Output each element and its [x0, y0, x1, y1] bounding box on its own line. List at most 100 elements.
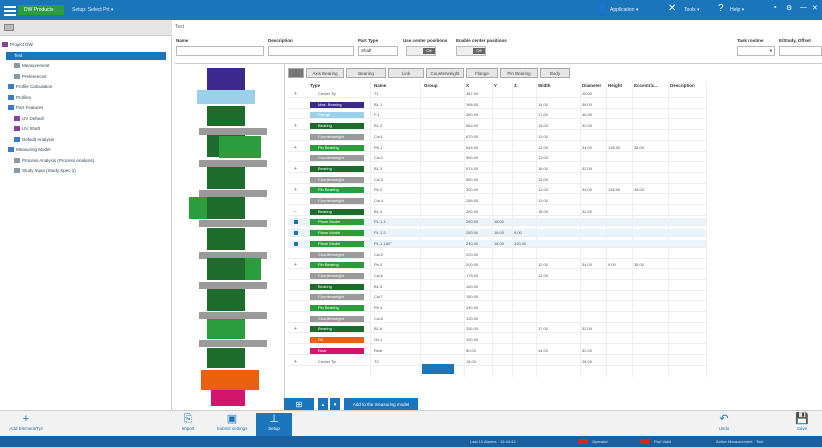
table-cell[interactable]: 13.00: [538, 133, 548, 141]
row-expand-icon[interactable]: +: [294, 263, 298, 268]
shaft-pin-bearing[interactable]: [207, 319, 245, 339]
table-cell[interactable]: 32.00: [582, 208, 592, 216]
table-row[interactable]: Counterweight Cw.1 670.00 13.00: [288, 133, 706, 141]
row-select-checkbox[interactable]: [294, 220, 298, 225]
row-expand-icon[interactable]: +: [294, 188, 298, 193]
shaft-bearing[interactable]: [207, 228, 245, 250]
table-cell[interactable]: PL.1.2: [374, 229, 386, 237]
import-button[interactable]: ⎘ Import: [170, 413, 206, 437]
hamburger-menu-icon[interactable]: [4, 4, 16, 16]
table-cell[interactable]: 12.00: [538, 186, 548, 194]
table-cell[interactable]: T2: [374, 358, 379, 366]
table-cell[interactable]: 128.00: [608, 144, 620, 152]
shaft-counterweight[interactable]: [199, 340, 267, 347]
table-cell[interactable]: 34.00: [582, 186, 592, 194]
shaft-bearing[interactable]: [207, 289, 245, 311]
table-row[interactable]: Max. Bearing B1.1 368.00 14.00 38.00: [288, 101, 706, 109]
column-header[interactable]: Name: [374, 82, 386, 90]
row-select-checkbox[interactable]: [294, 241, 298, 246]
table-cell[interactable]: 300.00: [466, 186, 478, 194]
table-cell[interactable]: 13.00: [538, 197, 548, 205]
shaft-counterweight[interactable]: [199, 128, 267, 135]
shaft-bearing[interactable]: [207, 197, 245, 219]
table-row[interactable]: + Pin Bearing Pb.3 200.00 12.00 34.00 9.00 38.0…: [288, 261, 706, 270]
table-cell[interactable]: Pb.1: [374, 144, 382, 152]
tree-item[interactable]: Profiles: [8, 94, 31, 102]
part-type-select[interactable]: Shaft: [358, 46, 398, 56]
user-menu[interactable]: Application ▾: [610, 7, 638, 13]
tree-item[interactable]: Preferences: [14, 73, 46, 81]
column-header[interactable]: Height: [608, 82, 622, 90]
table-cell[interactable]: 18.00: [494, 229, 504, 237]
monitor-icon[interactable]: ▪: [774, 4, 776, 11]
table-row[interactable]: + Bearing B1.6 110.00 17.00 32.00: [288, 325, 706, 334]
grid-view-icon[interactable]: [288, 68, 304, 78]
table-cell[interactable]: 80.00: [466, 347, 476, 355]
table-cell[interactable]: 646.00: [466, 144, 478, 152]
shaft-counterweight[interactable]: [199, 312, 267, 319]
table-cell[interactable]: B1.1: [374, 101, 382, 109]
table-row[interactable]: Plane Model PL.1.2 260.00 18.00 9.00: [288, 229, 706, 238]
table-row[interactable]: + Center Tip T1 387.00 28.00: [288, 90, 706, 98]
table-row[interactable]: Counterweight Cw.5 220.00: [288, 251, 706, 259]
table-cell[interactable]: Pb.3: [374, 261, 382, 269]
app-badge[interactable]: DW Products: [18, 5, 64, 15]
row-expand-icon[interactable]: +: [294, 359, 298, 364]
column-header[interactable]: Description: [670, 82, 695, 90]
table-row[interactable]: Counterweight Cw.6 178.00 12.00: [288, 272, 706, 280]
tree-item[interactable]: Part Features: [8, 104, 43, 112]
column-header[interactable]: Type: [310, 82, 320, 90]
tools-icon[interactable]: ✕: [668, 3, 676, 14]
table-row[interactable]: − Bearing B1.4 280.00 18.00 32.00: [288, 208, 706, 216]
table-cell[interactable]: 32.00: [582, 325, 592, 333]
shaft-counterweight[interactable]: [199, 190, 267, 197]
table-cell[interactable]: 100.00: [466, 336, 478, 344]
row-expand-icon[interactable]: +: [294, 166, 298, 171]
table-row[interactable]: Plane Model PL.1.180° 240.00 18.00 120.00: [288, 239, 706, 248]
table-row[interactable]: + Bearing B1.2 684.00 18.00 32.00: [288, 122, 706, 131]
table-cell[interactable]: 14.00: [538, 101, 548, 109]
table-cell[interactable]: Cw.1: [374, 133, 383, 141]
table-cell[interactable]: 12.00: [538, 261, 548, 269]
tab[interactable]: Axis Bearing: [306, 68, 344, 78]
column-header[interactable]: Eccentric...: [634, 82, 658, 90]
table-cell[interactable]: 160.00: [466, 283, 478, 291]
table-cell[interactable]: 17.00: [538, 111, 548, 119]
table-row[interactable]: Oil Oil.1 100.00: [288, 336, 706, 345]
table-cell[interactable]: 387.00: [466, 90, 478, 98]
tree-item[interactable]: Measuring Model: [8, 146, 51, 154]
shaft-pin-bearing[interactable]: [219, 136, 261, 158]
tools-menu[interactable]: Tools ▾: [684, 7, 700, 13]
column-header[interactable]: Width: [538, 82, 550, 90]
table-cell[interactable]: Oil.1: [374, 336, 382, 344]
shaft-bearing[interactable]: [207, 167, 245, 189]
table-cell[interactable]: B1.2: [374, 122, 382, 130]
help-icon[interactable]: ?: [718, 3, 724, 14]
table-cell[interactable]: 280.00: [466, 208, 478, 216]
tree-item[interactable]: Study Input (Study Spec 1): [14, 167, 76, 175]
table-cell[interactable]: 28.00: [582, 358, 592, 366]
tab[interactable]: Counterweight: [426, 68, 464, 78]
row-expand-icon[interactable]: −: [294, 209, 298, 214]
table-cell[interactable]: 32.00: [582, 165, 592, 173]
description-field[interactable]: [268, 46, 354, 56]
settings-icon[interactable]: ⚙: [786, 4, 792, 12]
table-cell[interactable]: 17.00: [538, 325, 548, 333]
table-cell[interactable]: 368.00: [466, 101, 478, 109]
shaft-flange[interactable]: [197, 90, 255, 104]
table-cell[interactable]: 178.00: [466, 272, 478, 280]
table-cell[interactable]: 288.00: [466, 197, 478, 205]
row-expand-icon[interactable]: +: [294, 145, 298, 150]
table-row[interactable]: Plane Model PL.1.1 280.00 18.00: [288, 218, 706, 227]
table-cell[interactable]: PL.1.1: [374, 218, 386, 226]
alarms-status[interactable]: Last 10 Alarms · 16:44:42 ·: [470, 439, 518, 444]
tree-item[interactable]: UV Default: [14, 115, 44, 123]
table-cell[interactable]: 120.00: [466, 315, 478, 323]
table-cell[interactable]: 280.00: [466, 218, 478, 226]
enable-center-toggle[interactable]: Off: [456, 46, 486, 56]
table-cell[interactable]: 12.00: [538, 144, 548, 152]
shaft-center-tip[interactable]: [207, 68, 245, 90]
table-cell[interactable]: 32.00: [582, 122, 592, 130]
row-expand-icon[interactable]: +: [294, 124, 298, 129]
table-cell[interactable]: 18.00: [538, 122, 548, 130]
